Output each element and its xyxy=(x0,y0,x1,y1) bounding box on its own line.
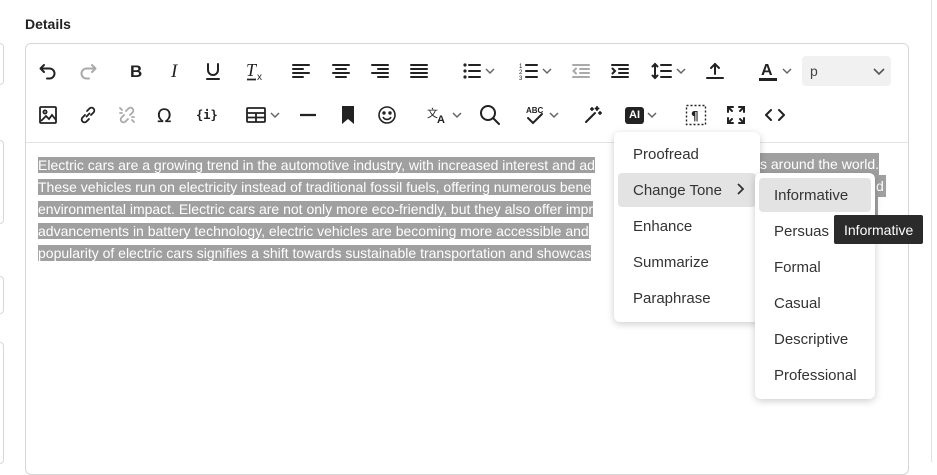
chevron-right-icon xyxy=(737,183,745,195)
menu-item-proofread[interactable]: Proofread xyxy=(618,137,756,171)
svg-text:A: A xyxy=(761,62,773,79)
scroll-edge xyxy=(931,0,932,462)
svg-text:I: I xyxy=(170,61,179,81)
fullscreen-icon[interactable] xyxy=(724,100,748,130)
selected-text-tail: s around the world. xyxy=(760,153,880,175)
menu-item-enhance[interactable]: Enhance xyxy=(618,209,756,243)
selected-text: Electric cars are a growing trend in the… xyxy=(38,157,595,173)
undo-icon[interactable] xyxy=(36,56,60,86)
details-label: Details xyxy=(25,16,71,32)
left-field-border xyxy=(0,140,4,224)
spellcheck-icon[interactable]: ABC xyxy=(518,100,564,130)
translate-icon[interactable]: 文A xyxy=(421,100,467,130)
menu-item-casual[interactable]: Casual xyxy=(759,286,871,320)
chevron-down-icon xyxy=(873,68,885,76)
magic-wand-icon[interactable] xyxy=(581,100,605,130)
image-icon[interactable] xyxy=(36,100,60,130)
menu-item-paraphrase[interactable]: Paraphrase xyxy=(618,281,756,315)
svg-text:ABC: ABC xyxy=(526,106,544,115)
ai-menu: Proofread Change Tone Enhance Summarize … xyxy=(614,132,760,322)
selected-text: popularity of electric cars signifies a … xyxy=(38,245,592,261)
numbered-list-icon[interactable]: 123 xyxy=(511,56,559,86)
menu-item-change-tone[interactable]: Change Tone xyxy=(618,173,756,207)
block-format-select[interactable]: p xyxy=(802,56,891,86)
template-icon[interactable]: {i} xyxy=(194,100,218,130)
align-center-icon[interactable] xyxy=(329,56,353,86)
omega-icon[interactable]: Ω xyxy=(154,100,178,130)
italic-icon[interactable]: I xyxy=(163,56,187,86)
bullet-list-icon[interactable] xyxy=(454,56,502,86)
svg-text:x: x xyxy=(257,72,262,81)
bookmark-icon[interactable] xyxy=(336,100,360,130)
outdent-icon[interactable] xyxy=(569,56,593,86)
menu-item-descriptive[interactable]: Descriptive xyxy=(759,322,871,356)
ai-icon[interactable]: AI xyxy=(620,100,662,130)
svg-text:3: 3 xyxy=(519,76,523,81)
menu-item-summarize[interactable]: Summarize xyxy=(618,245,756,279)
align-justify-icon[interactable] xyxy=(407,56,431,86)
menu-item-professional[interactable]: Professional xyxy=(759,358,871,392)
svg-text:¶: ¶ xyxy=(691,109,699,123)
align-left-icon[interactable] xyxy=(289,56,313,86)
svg-text:{i}: {i} xyxy=(196,108,217,122)
horizontal-line-icon[interactable] xyxy=(296,100,320,130)
ai-badge: AI xyxy=(625,106,644,124)
svg-text:B: B xyxy=(130,62,142,81)
selected-text-tail: d xyxy=(874,175,886,197)
menu-item-label: Change Tone xyxy=(633,181,722,199)
link-icon[interactable] xyxy=(76,100,100,130)
indent-icon[interactable] xyxy=(608,56,632,86)
left-field-border xyxy=(0,43,4,85)
redo-icon[interactable] xyxy=(76,56,100,86)
emoji-icon[interactable] xyxy=(375,100,399,130)
selected-text: These vehicles run on electricity instea… xyxy=(38,179,592,195)
left-field-border xyxy=(0,276,4,314)
svg-text:A: A xyxy=(437,114,445,125)
menu-item-informative[interactable]: Informative xyxy=(759,178,871,212)
code-icon[interactable] xyxy=(763,100,787,130)
bold-icon[interactable]: B xyxy=(124,56,148,86)
svg-text:Ω: Ω xyxy=(157,105,172,125)
tooltip: Informative xyxy=(834,215,924,244)
block-format-value: p xyxy=(810,63,818,79)
menu-item-formal[interactable]: Formal xyxy=(759,250,871,284)
unlink-icon[interactable] xyxy=(115,100,139,130)
selected-text: advancements in battery technology, elec… xyxy=(38,223,589,239)
left-field-border xyxy=(0,342,4,464)
align-right-icon[interactable] xyxy=(368,56,392,86)
underline-icon[interactable] xyxy=(201,56,225,86)
search-icon[interactable] xyxy=(478,100,502,130)
selected-text: environmental impact. Electric cars are … xyxy=(38,201,594,217)
show-blocks-icon[interactable]: ¶ xyxy=(684,100,708,130)
editor-toolbar: B I Tx 123 A p Ω {i} 文 A ABC AI ¶ xyxy=(26,44,908,143)
text-color-icon[interactable]: A xyxy=(748,56,800,86)
table-icon[interactable] xyxy=(239,100,285,130)
clear-formatting-icon[interactable]: Tx xyxy=(242,56,268,86)
upload-icon[interactable] xyxy=(703,56,727,86)
line-height-icon[interactable] xyxy=(646,56,690,86)
tone-submenu: Informative Persuas Formal Casual Descri… xyxy=(755,173,875,399)
